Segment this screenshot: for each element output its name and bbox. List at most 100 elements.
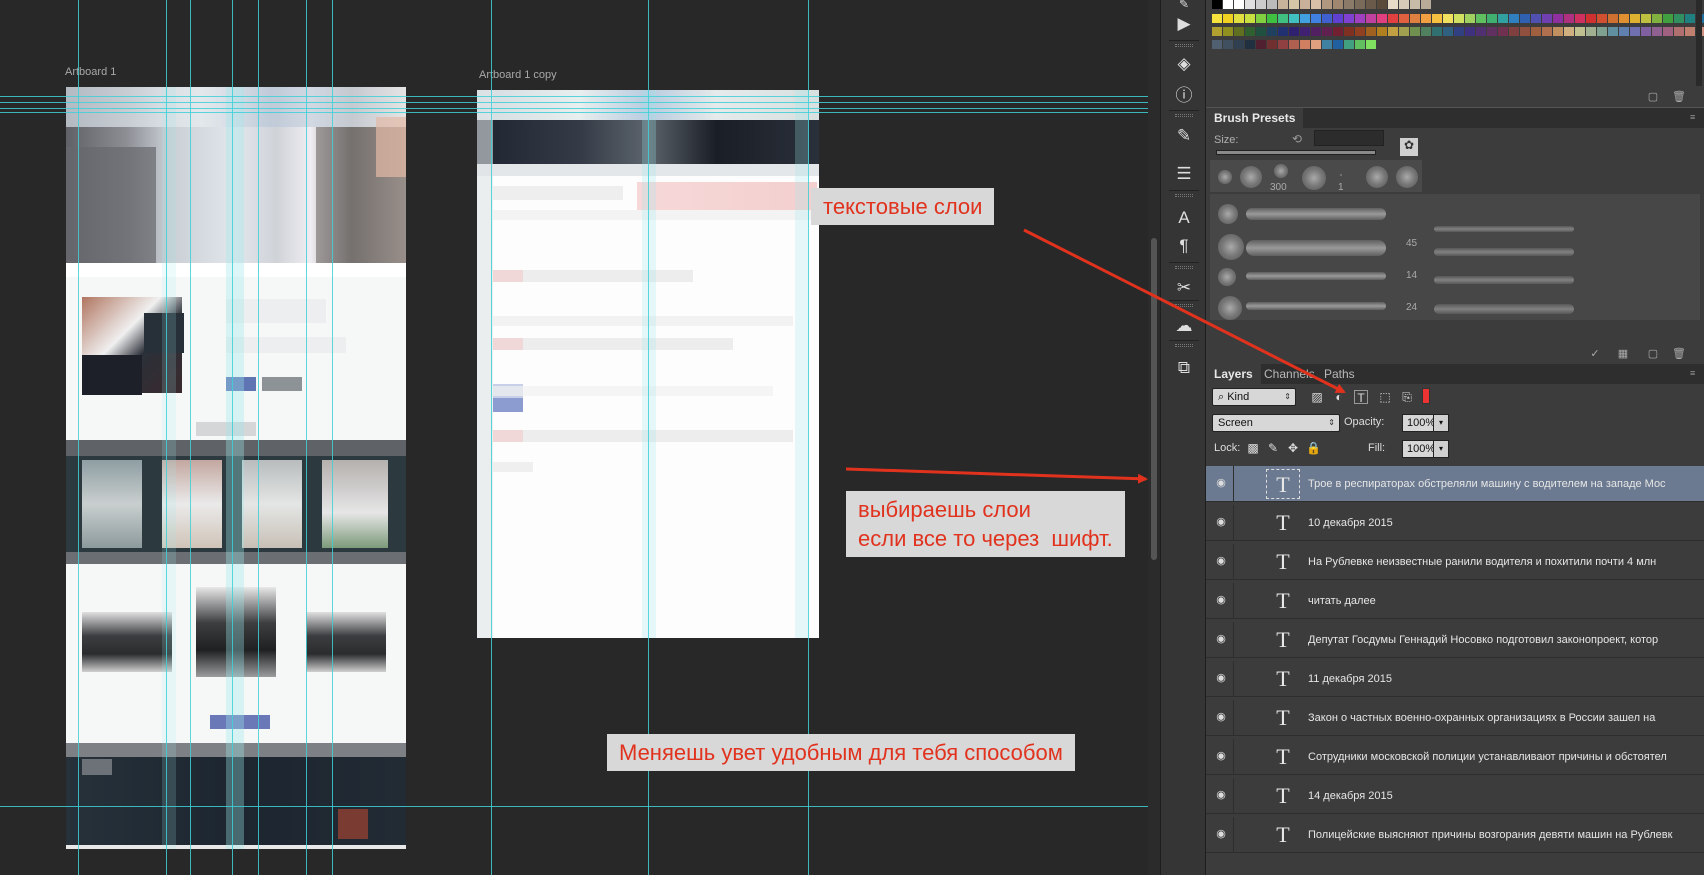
color-swatch[interactable] <box>1465 27 1475 36</box>
artboard-1-label[interactable]: Artboard 1 <box>65 66 116 78</box>
guide-vertical[interactable] <box>190 0 191 875</box>
grid-icon[interactable]: ▦ <box>1616 348 1630 361</box>
color-swatch[interactable] <box>1685 14 1695 23</box>
brush-size-field[interactable] <box>1314 130 1384 146</box>
lock-position-icon[interactable]: ✥ <box>1286 441 1300 455</box>
brush-tip[interactable] <box>1240 166 1262 188</box>
visibility-toggle[interactable]: ◉ <box>1206 739 1234 775</box>
guide-vertical[interactable] <box>332 0 333 875</box>
tab-paths[interactable]: Paths <box>1316 364 1363 384</box>
color-swatch[interactable] <box>1234 40 1244 49</box>
guide-vertical[interactable] <box>78 0 79 875</box>
color-swatch[interactable] <box>1410 14 1420 23</box>
brush-tip[interactable] <box>1396 166 1418 188</box>
color-swatch[interactable] <box>1388 27 1398 36</box>
color-swatch[interactable] <box>1245 27 1255 36</box>
color-swatch[interactable] <box>1586 27 1596 36</box>
color-swatch[interactable] <box>1421 0 1431 9</box>
color-swatch[interactable] <box>1564 27 1574 36</box>
eye-icon[interactable]: ◉ <box>1215 516 1227 528</box>
color-swatch[interactable] <box>1256 27 1266 36</box>
color-swatch[interactable] <box>1333 40 1343 49</box>
color-swatch[interactable] <box>1234 14 1244 23</box>
new-swatch-icon[interactable]: ▢ <box>1646 91 1660 104</box>
color-swatch[interactable] <box>1410 0 1420 9</box>
color-swatch[interactable] <box>1300 14 1310 23</box>
visibility-toggle[interactable]: ◉ <box>1206 700 1234 736</box>
layer-row[interactable]: ◉ T Трое в респираторах обстреляли машину … <box>1206 466 1704 502</box>
guide-horizontal[interactable] <box>0 96 1148 97</box>
color-swatch[interactable] <box>1344 40 1354 49</box>
color-swatch[interactable] <box>1454 14 1464 23</box>
layer-row[interactable]: ◉ T Сотрудники московской полиции устанавл… <box>1206 739 1704 775</box>
color-swatch[interactable] <box>1674 14 1684 23</box>
color-swatch[interactable] <box>1432 14 1442 23</box>
shape-layer-filter-icon[interactable]: ⬚ <box>1378 390 1392 404</box>
toolstrip-grip[interactable] <box>1175 266 1193 269</box>
edit-icon[interactable]: ✎ <box>1172 0 1196 16</box>
color-swatch[interactable] <box>1366 14 1376 23</box>
layer-list[interactable]: ◉ T Трое в респираторах обстреляли машину … <box>1206 466 1704 875</box>
color-swatch[interactable] <box>1256 0 1266 9</box>
color-swatch[interactable] <box>1311 40 1321 49</box>
color-swatch[interactable] <box>1267 40 1277 49</box>
color-swatch[interactable] <box>1443 27 1453 36</box>
brush-stroke-preview[interactable] <box>1434 304 1574 314</box>
eye-icon[interactable]: ◉ <box>1215 555 1227 567</box>
toolstrip-grip[interactable] <box>1175 114 1193 117</box>
chevron-down-icon[interactable]: ▾ <box>1433 414 1449 432</box>
brush-panel-icon[interactable]: ✿ <box>1400 138 1418 156</box>
visibility-toggle[interactable]: ◉ <box>1206 622 1234 658</box>
layer-row[interactable]: ◉ T 10 декабря 2015 <box>1206 505 1704 541</box>
color-swatch[interactable] <box>1564 14 1574 23</box>
brush-tool-icon[interactable]: ✎ <box>1172 124 1196 148</box>
toolstrip-grip[interactable] <box>1175 344 1193 347</box>
canvas-vertical-scrollbar[interactable] <box>1148 0 1160 875</box>
brush-tip[interactable] <box>1218 170 1232 184</box>
visibility-toggle[interactable]: ◉ <box>1206 778 1234 814</box>
color-swatch[interactable] <box>1223 40 1233 49</box>
color-swatch[interactable] <box>1399 27 1409 36</box>
layer-name[interactable]: читать далее <box>1308 583 1698 619</box>
color-swatch[interactable] <box>1597 27 1607 36</box>
brush-stroke-preview[interactable] <box>1246 208 1386 220</box>
color-swatch[interactable] <box>1586 14 1596 23</box>
color-swatch[interactable] <box>1366 40 1376 49</box>
color-swatch[interactable] <box>1399 14 1409 23</box>
color-swatch[interactable] <box>1553 14 1563 23</box>
tool-presets-icon[interactable]: ✂ <box>1172 276 1196 300</box>
eye-icon[interactable]: ◉ <box>1215 828 1227 840</box>
color-swatch[interactable] <box>1608 14 1618 23</box>
type-layer-filter-icon[interactable]: T <box>1354 390 1368 405</box>
lock-transparent-icon[interactable]: ▩ <box>1246 441 1260 455</box>
toolstrip-grip[interactable] <box>1175 44 1193 47</box>
lock-all-icon[interactable]: 🔒 <box>1306 441 1321 455</box>
guide-vertical[interactable] <box>491 0 492 875</box>
color-swatch[interactable] <box>1377 0 1387 9</box>
pixel-layer-filter-icon[interactable]: ▨ <box>1310 390 1324 404</box>
lock-image-icon[interactable]: ✎ <box>1266 441 1280 455</box>
color-swatch[interactable] <box>1531 27 1541 36</box>
color-swatch[interactable] <box>1476 27 1486 36</box>
color-swatch[interactable] <box>1212 0 1222 9</box>
color-swatch[interactable] <box>1553 27 1563 36</box>
color-swatch[interactable] <box>1344 0 1354 9</box>
brush-stroke-preview[interactable] <box>1434 226 1574 232</box>
color-swatch[interactable] <box>1652 14 1662 23</box>
color-swatch[interactable] <box>1355 0 1365 9</box>
eye-icon[interactable]: ◉ <box>1215 672 1227 684</box>
color-swatch[interactable] <box>1212 40 1222 49</box>
eye-icon[interactable]: ◉ <box>1215 594 1227 606</box>
filter-toggle-icon[interactable] <box>1422 388 1430 404</box>
color-swatch[interactable] <box>1289 27 1299 36</box>
color-swatch[interactable] <box>1597 14 1607 23</box>
color-swatch[interactable] <box>1509 27 1519 36</box>
color-swatch[interactable] <box>1300 27 1310 36</box>
color-swatch[interactable] <box>1608 27 1618 36</box>
color-swatch[interactable] <box>1311 14 1321 23</box>
layer-name[interactable]: 10 декабря 2015 <box>1308 505 1698 541</box>
color-swatch[interactable] <box>1267 27 1277 36</box>
color-swatch[interactable] <box>1355 27 1365 36</box>
color-swatch[interactable] <box>1575 14 1585 23</box>
color-swatch[interactable] <box>1344 14 1354 23</box>
